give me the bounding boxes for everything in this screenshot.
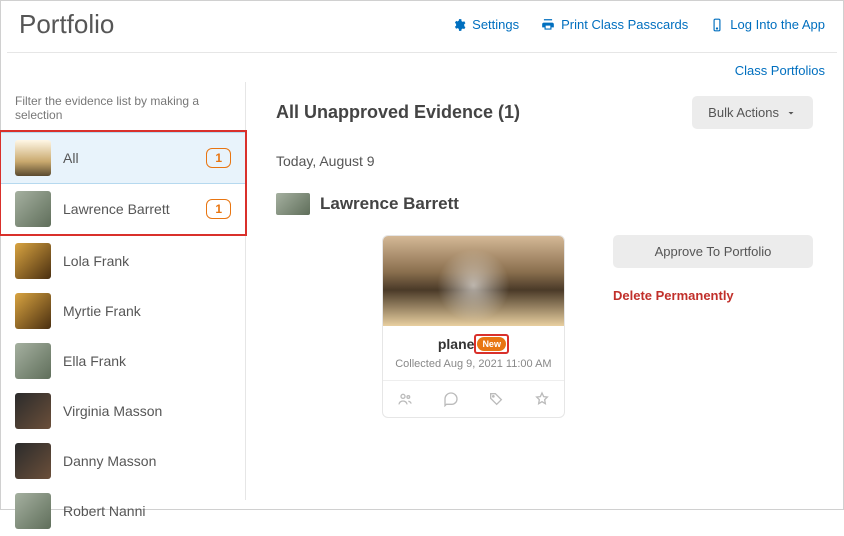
star-icon[interactable] [534, 391, 550, 407]
avatar [15, 140, 51, 176]
avatar [15, 393, 51, 429]
approve-button[interactable]: Approve To Portfolio [613, 235, 813, 268]
print-label: Print Class Passcards [561, 17, 688, 32]
sidebar-item-student[interactable]: Ella Frank [1, 336, 245, 386]
class-portfolios-link[interactable]: Class Portfolios [735, 63, 825, 78]
sidebar-item-label: Virginia Masson [63, 403, 231, 420]
bulk-actions-label: Bulk Actions [708, 105, 779, 120]
new-badge-highlight: New [474, 334, 509, 354]
printer-icon [541, 18, 555, 32]
student-thumb [276, 193, 310, 215]
login-label: Log Into the App [730, 17, 825, 32]
count-badge: 1 [206, 199, 231, 219]
comment-icon[interactable] [443, 391, 459, 407]
evidence-image [383, 236, 564, 326]
highlighted-selection: All 1 Lawrence Barrett 1 [0, 130, 247, 236]
sidebar-item-student[interactable]: Danny Masson [1, 436, 245, 486]
sidebar-item-label: Lola Frank [63, 253, 231, 270]
filter-instruction: Filter the evidence list by making a sel… [1, 90, 245, 130]
student-sidebar: Filter the evidence list by making a sel… [1, 82, 246, 500]
avatar [15, 493, 51, 529]
settings-label: Settings [472, 17, 519, 32]
avatar [15, 293, 51, 329]
bulk-actions-button[interactable]: Bulk Actions [692, 96, 813, 129]
sidebar-item-label: Lawrence Barrett [63, 201, 194, 218]
evidence-timestamp: Collected Aug 9, 2021 11:00 AM [389, 358, 558, 370]
chevron-down-icon [785, 107, 797, 119]
date-heading: Today, August 9 [276, 153, 813, 169]
avatar [15, 343, 51, 379]
sidebar-item-label: Ella Frank [63, 353, 231, 370]
sidebar-item-student[interactable]: Robert Nanni [1, 486, 245, 536]
sidebar-item-all[interactable]: All 1 [1, 132, 245, 184]
sidebar-item-label: Robert Nanni [63, 503, 231, 520]
new-badge: New [477, 337, 506, 351]
avatar [15, 191, 51, 227]
sidebar-item-label: Danny Masson [63, 453, 231, 470]
avatar [15, 243, 51, 279]
sidebar-item-student[interactable]: Lola Frank [1, 236, 245, 286]
student-name-heading: Lawrence Barrett [320, 194, 459, 214]
sidebar-item-student[interactable]: Lawrence Barrett 1 [1, 184, 245, 234]
sidebar-item-label: Myrtie Frank [63, 303, 231, 320]
delete-link[interactable]: Delete Permanently [613, 288, 734, 303]
print-passcards-link[interactable]: Print Class Passcards [541, 17, 688, 32]
evidence-heading: All Unapproved Evidence (1) [276, 102, 692, 123]
sidebar-item-student[interactable]: Virginia Masson [1, 386, 245, 436]
evidence-card[interactable]: plane New Collected Aug 9, 2021 11:00 AM [382, 235, 565, 418]
people-icon[interactable] [397, 391, 413, 407]
settings-link[interactable]: Settings [452, 17, 519, 32]
main-panel: All Unapproved Evidence (1) Bulk Actions… [246, 82, 843, 500]
sidebar-item-label: All [63, 150, 194, 167]
sidebar-item-student[interactable]: Myrtie Frank [1, 286, 245, 336]
avatar [15, 443, 51, 479]
evidence-title: plane [438, 336, 475, 352]
gear-icon [452, 18, 466, 32]
tag-icon[interactable] [488, 391, 504, 407]
phone-icon [710, 18, 724, 32]
page-title: Portfolio [19, 9, 114, 40]
login-app-link[interactable]: Log Into the App [710, 17, 825, 32]
count-badge: 1 [206, 148, 231, 168]
